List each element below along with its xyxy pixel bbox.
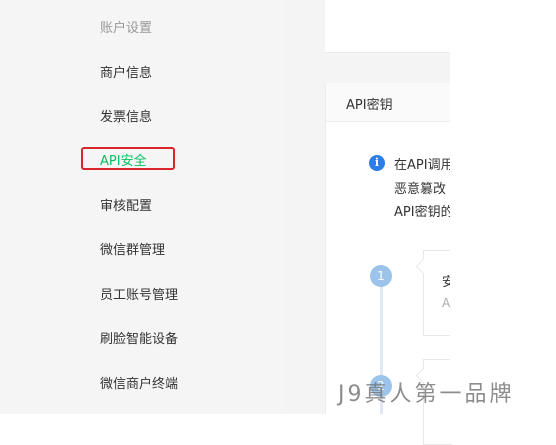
- notice-line-1: 在API调用: [394, 158, 451, 173]
- step-card-arrow: [415, 258, 432, 275]
- sidebar-item-invoice-info[interactable]: 发票信息: [100, 106, 152, 125]
- step-desc-1: A: [442, 296, 451, 310]
- step-circle-1: 1: [370, 265, 392, 287]
- api-key-panel: API密钥 i 在API调用 恶意篡改 API密钥的 1 安 A 2: [325, 83, 455, 445]
- right-blank-area: [450, 0, 556, 414]
- sidebar-item-api-security[interactable]: API安全: [100, 150, 147, 169]
- content-gap: [285, 0, 325, 414]
- notice-line-2: 恶意篡改: [394, 182, 447, 197]
- panel-title: API密钥: [346, 98, 393, 113]
- sidebar: 账户设置 商户信息 发票信息 API安全 审核配置 微信群管理 员工账号管理 刷…: [0, 0, 285, 414]
- card-separator: [325, 53, 450, 83]
- sidebar-section-title: 账户设置: [100, 21, 153, 36]
- panel-header: API密钥: [326, 83, 451, 122]
- sidebar-item-wechat-terminal[interactable]: 微信商户终端: [100, 373, 178, 392]
- sidebar-item-wechat-group[interactable]: 微信群管理: [100, 239, 165, 258]
- top-card: [325, 0, 450, 53]
- notice-line-3: API密钥的: [394, 205, 451, 220]
- sidebar-item-review-config[interactable]: 审核配置: [100, 195, 152, 214]
- sidebar-item-staff-accounts[interactable]: 员工账号管理: [100, 284, 178, 303]
- watermark-text: J9真人第一品牌: [338, 382, 515, 407]
- sidebar-item-merchant-info[interactable]: 商户信息: [100, 62, 152, 81]
- sidebar-item-face-devices[interactable]: 刷脸智能设备: [100, 328, 178, 347]
- info-icon: i: [369, 155, 385, 171]
- step-card-1: 安 A: [415, 250, 455, 336]
